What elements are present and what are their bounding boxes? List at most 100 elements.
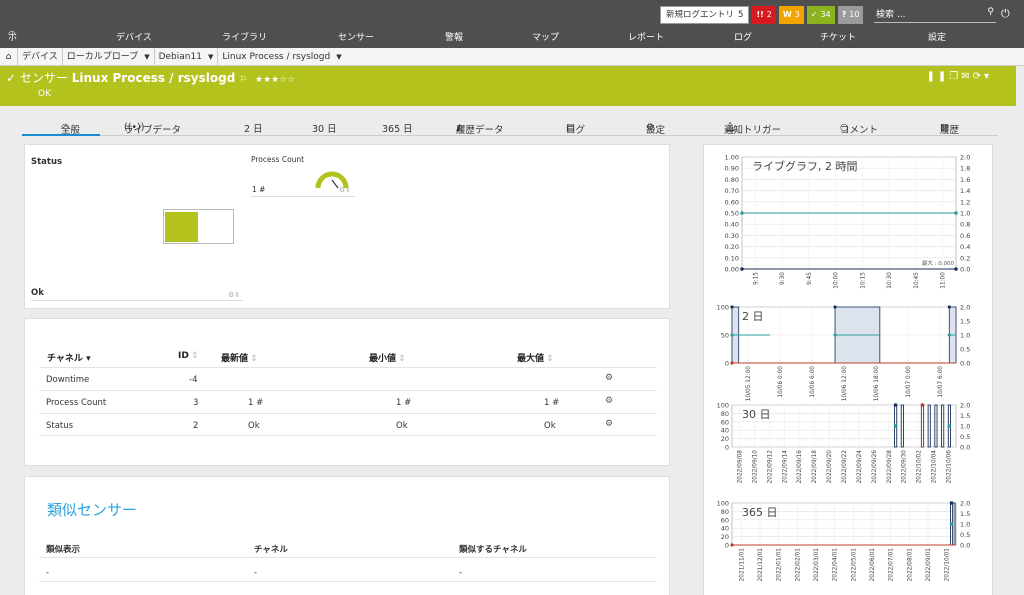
series-point [949, 522, 954, 526]
x-tick-label: 10:30 [887, 272, 893, 289]
y-tick-label: 100 [717, 500, 729, 508]
channel-settings-icon[interactable]: ⚙ [605, 396, 613, 406]
y2-tick-label: 0.0 [960, 444, 970, 452]
y2-tick-label: 0.0 [960, 360, 970, 368]
x-tick-label: 2022/09/20 [827, 450, 833, 484]
x-tick-label: 10:45 [914, 272, 920, 289]
logout-icon[interactable]: ⏻ [1001, 7, 1010, 21]
error-icon: !! [756, 10, 764, 19]
y2-tick-label: 1.0 [960, 423, 970, 431]
col-last-value[interactable]: 最新値 ⇕ [221, 351, 258, 364]
y2-tick-label: 2.0 [960, 500, 970, 508]
breadcrumb-sensor[interactable]: Linux Process / rsyslogd ▼ [218, 48, 345, 66]
x-tick-label: 10:15 [860, 272, 866, 289]
y-tick-label: 0.10 [725, 254, 739, 262]
flag-icon[interactable]: ⚐ [239, 75, 247, 85]
sensor-tabs: ◠ 全般 ((•)) ライブデータ 2 日 30 日 365 日 ◭ 履歴データ… [22, 120, 998, 136]
chevron-down-icon[interactable]: ▼ [144, 48, 149, 66]
similar-sensors-panel: 類似センサー 類似表示 チャネル 類似するチャネル - - - [24, 476, 670, 595]
nav-tickets[interactable]: チケット [820, 30, 856, 43]
header-toolbar: ❚❚❐✉⟳▾ [926, 71, 992, 82]
page-title: ✓ センサー Linux Process / rsyslogd ⚐ ★★★☆☆ [6, 71, 296, 85]
top-bar: 新規ログエントリ5 !!2 W3 ✓34 ?10 検索 ...⚲ ⏻ ◠ホーム … [0, 0, 1024, 69]
x-tick-label: 2022/09/22 [842, 450, 848, 484]
col-id[interactable]: ID ⇕ [178, 351, 198, 361]
chart-title: 365 日 [742, 506, 778, 519]
nav-libraries[interactable]: ライブラリ [222, 30, 267, 43]
warning-alarms-badge[interactable]: W3 [778, 6, 804, 24]
tab-30-days[interactable]: 30 日 [312, 121, 337, 135]
tab-2-days[interactable]: 2 日 [244, 121, 263, 135]
x-tick-label: 2021/12/01 [758, 548, 764, 582]
channel-settings-icon[interactable]: ⚙ [605, 373, 613, 383]
x-tick-label: 10/05 12:00 [746, 366, 752, 402]
nav-devices[interactable]: デバイス [116, 30, 152, 43]
col-min[interactable]: 最小値 ⇕ [369, 351, 406, 364]
breadcrumb: ⌂ デバイス ローカルプローブ ▼ Debian11 ▼ Linux Process… [0, 47, 1024, 66]
nav-alarms[interactable]: 警報 [445, 30, 463, 43]
y2-tick-label: 2.0 [960, 304, 970, 312]
x-tick-label: 10/06 0:00 [778, 366, 784, 398]
new-log-entries-button[interactable]: 新規ログエントリ 5 [660, 6, 750, 24]
nav-logs[interactable]: ログ [734, 30, 752, 43]
chart-title: 2 日 [742, 310, 764, 323]
table-row[interactable]: Status 2 Ok Ok Ok ⚙ [39, 413, 657, 436]
x-tick-label: 2022/04/01 [833, 548, 839, 582]
up-sensors-badge[interactable]: ✓ 34 [806, 6, 835, 24]
chevron-down-icon[interactable]: ▼ [208, 48, 213, 66]
search-input[interactable]: 検索 ... ⚲ [874, 7, 996, 23]
tab-365-days[interactable]: 365 日 [382, 121, 413, 135]
check-icon: ✓ [810, 10, 818, 19]
x-tick-label: 2022/07/01 [889, 548, 895, 582]
refresh-icon[interactable]: ⟳▾ [973, 71, 992, 82]
breadcrumb-devices[interactable]: デバイス [18, 47, 63, 66]
y2-tick-label: 0.8 [960, 221, 970, 229]
y2-tick-label: 1.0 [960, 210, 970, 218]
status-text: OK [38, 89, 51, 99]
alarm-status-bar: 新規ログエントリ 5 !! 2 W3 ✓ 34 ? 10 [660, 6, 864, 24]
home-icon[interactable]: ⌂ [0, 47, 18, 66]
graphs-svg: 1.000.900.800.700.600.500.400.300.200.10… [717, 154, 971, 582]
x-tick-label: 2022/09/16 [797, 450, 803, 484]
table-row[interactable]: Process Count 3 1 # 1 # 1 # ⚙ [39, 390, 657, 413]
channel-settings-icon[interactable]: ⚙ [605, 419, 613, 429]
y-tick-label: 0.00 [725, 266, 739, 274]
series-point [954, 267, 958, 271]
nav-setup[interactable]: 設定 [928, 30, 946, 43]
x-tick-label: 2022/09/14 [782, 450, 788, 484]
x-tick-label: 2022/10/04 [932, 450, 938, 484]
y2-tick-label: 0.6 [960, 232, 970, 240]
process-count-value: 1 # [252, 185, 266, 194]
warning-icon: W [782, 10, 792, 19]
nav-reports[interactable]: レポート [628, 30, 664, 43]
tab-overview[interactable]: ◠ 全般 [22, 121, 100, 136]
down-alarms-badge[interactable]: !! 2 [752, 6, 776, 24]
clone-icon[interactable]: ❐ [949, 71, 961, 82]
x-tick-label: 2022/09/12 [767, 450, 773, 484]
x-tick-label: 2022/09/01 [926, 548, 932, 582]
chevron-down-icon[interactable]: ▼ [336, 48, 341, 66]
series-point [954, 211, 958, 215]
y2-tick-label: 2.0 [960, 402, 970, 410]
col-channel[interactable]: チャネル ▾ [47, 351, 91, 364]
unknown-sensors-badge[interactable]: ? 10 [837, 6, 864, 24]
breadcrumb-device[interactable]: Debian11 ▼ [155, 47, 219, 66]
y2-tick-label: 1.4 [960, 187, 970, 195]
search-icon[interactable]: ⚲ [987, 7, 994, 17]
breadcrumb-probe[interactable]: ローカルプローブ ▼ [63, 47, 155, 66]
y2-tick-label: 2.0 [960, 154, 970, 162]
mail-icon[interactable]: ✉ [961, 71, 972, 82]
series-point [730, 333, 734, 337]
nav-maps[interactable]: マップ [532, 30, 559, 43]
y-tick-label: 0 [725, 360, 729, 368]
col-max[interactable]: 最大値 ⇕ [517, 351, 554, 364]
x-tick-label: 2022/02/01 [795, 548, 801, 582]
pause-icon[interactable]: ❚❚ [926, 71, 949, 82]
table-row[interactable]: Downtime -4 ⚙ [39, 367, 657, 390]
status-gauge-value: Ok [31, 288, 44, 298]
series-point [730, 305, 734, 309]
priority-stars[interactable]: ★★★☆☆ [255, 75, 295, 85]
y2-tick-label: 1.0 [960, 332, 970, 340]
gear-icon[interactable]: ⚙⇕ [228, 291, 240, 299]
nav-sensors[interactable]: センサー [338, 30, 374, 43]
